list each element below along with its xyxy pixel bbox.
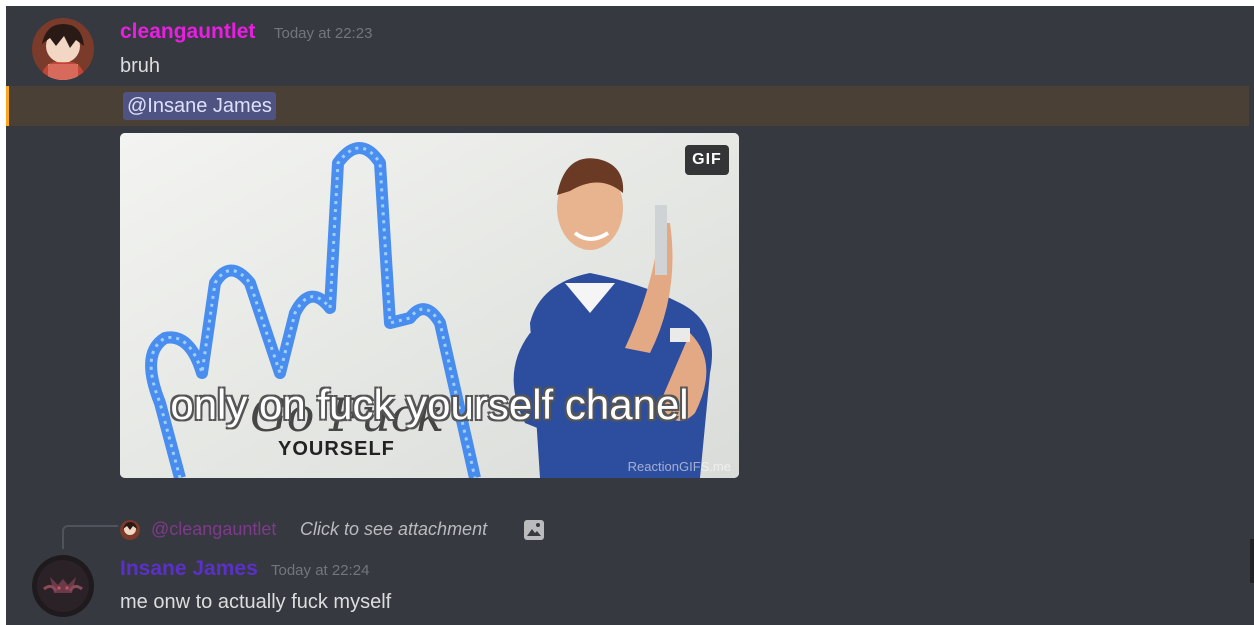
message-timestamp: Today at 22:23 xyxy=(274,25,373,42)
message-author[interactable]: cleangauntlet xyxy=(120,20,255,44)
message-text: me onw to actually fuck myself xyxy=(120,591,392,613)
message-timestamp: Today at 22:24 xyxy=(271,562,370,579)
gif-badge: GIF xyxy=(685,145,729,175)
reply-preview-text[interactable]: Click to see attachment xyxy=(300,519,487,540)
message-text: bruh xyxy=(120,55,161,77)
reply-connector xyxy=(62,525,118,549)
message-author[interactable]: Insane James xyxy=(120,557,258,581)
gif-art-word: YOURSELF xyxy=(278,438,395,460)
scrollbar-thumb[interactable] xyxy=(1250,539,1254,583)
gif-watermark: ReactionGIFS.me xyxy=(627,459,731,474)
gif-attachment[interactable]: Go Fuck YOURSELF only on fuck yourself c… xyxy=(120,133,739,478)
gif-caption: only on fuck yourself chanel xyxy=(170,381,689,428)
user-mention[interactable]: @Insane James xyxy=(123,92,276,120)
reply-avatar[interactable] xyxy=(120,520,140,540)
chat-messages: cleangauntlet Today at 22:23 bruh @Insan… xyxy=(6,6,1254,625)
avatar[interactable] xyxy=(32,18,94,80)
image-icon xyxy=(524,520,544,540)
mention-highlight-row: @Insane James xyxy=(6,86,1249,126)
avatar[interactable] xyxy=(32,555,94,617)
reply-author[interactable]: @cleangauntlet xyxy=(151,519,276,540)
